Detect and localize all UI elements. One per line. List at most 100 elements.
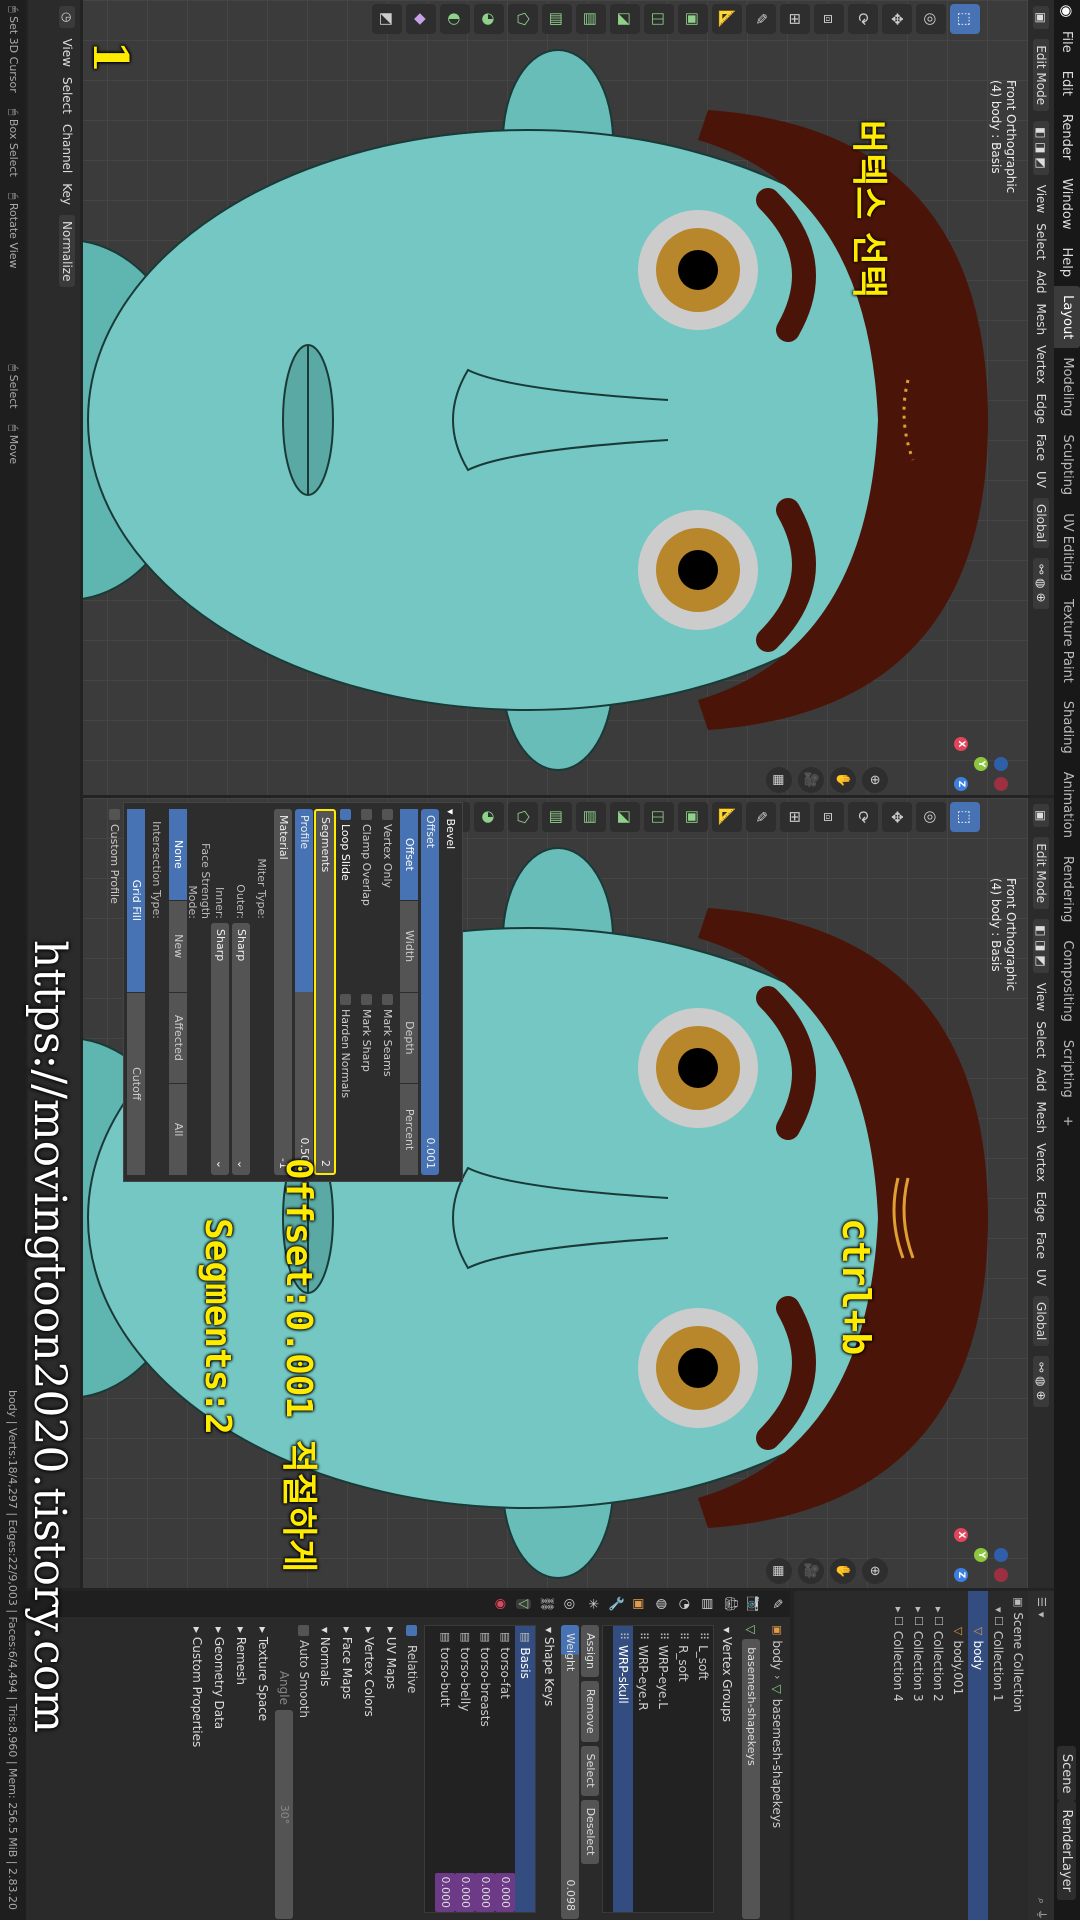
timeline-menu-view[interactable]: View bbox=[60, 38, 74, 66]
geometry-data-header[interactable]: ▸ Geometry Data bbox=[208, 1619, 230, 1919]
blender-logo-icon[interactable]: ◉ bbox=[1058, 0, 1076, 22]
inner-dropdown[interactable]: Sharp ⌄ bbox=[211, 923, 229, 1175]
outliner-item[interactable]: ▸ ☐ Collection 2 bbox=[928, 1591, 948, 1920]
outer-dropdown[interactable]: Sharp ⌄ bbox=[232, 923, 250, 1175]
weight-slider[interactable]: Weight 0.098 bbox=[561, 1625, 579, 1919]
timeline-editor-type-icon[interactable]: ◷ bbox=[59, 6, 75, 29]
outliner-item[interactable]: ▸ ☐ Collection 3 bbox=[908, 1591, 928, 1920]
left-menu-select[interactable]: Select bbox=[1034, 223, 1048, 260]
shape-key-item[interactable]: ▤ Basis bbox=[515, 1626, 535, 1912]
world-tab-icon[interactable]: ◍ bbox=[654, 1598, 669, 1609]
left-camera-icon[interactable]: 🎥 bbox=[798, 767, 824, 793]
data-tab-icon[interactable]: ▽ bbox=[516, 1599, 531, 1609]
deselect-button[interactable]: Deselect bbox=[581, 1799, 599, 1864]
constraints-tab-icon[interactable]: ⛓ bbox=[539, 1596, 554, 1613]
rotate-tool-icon[interactable]: ⟳ bbox=[848, 4, 878, 34]
left-menu-face[interactable]: Face bbox=[1034, 434, 1048, 461]
face-strength-new[interactable]: New bbox=[169, 900, 187, 992]
select-box-tool-icon[interactable]: ⬚ bbox=[950, 4, 980, 34]
cursor-tool-icon[interactable]: ◎ bbox=[916, 802, 946, 832]
outliner-item[interactable]: ▣ Scene Collection bbox=[1008, 1591, 1028, 1920]
list-item[interactable]: ⠿ WRP-eye.L bbox=[653, 1626, 673, 1912]
intersection-cutoff[interactable]: Cutoff bbox=[127, 992, 145, 1175]
custom-properties-header[interactable]: ▸ Custom Properties bbox=[186, 1619, 208, 1919]
width-type-width[interactable]: Width bbox=[400, 900, 418, 992]
bevel-offset-field[interactable]: Offset 0.001 bbox=[421, 809, 439, 1175]
loop-slide-checkbox[interactable]: Loop Slide bbox=[340, 809, 353, 990]
select-button[interactable]: Select bbox=[581, 1745, 599, 1796]
physics-tab-icon[interactable]: ◎ bbox=[562, 1598, 577, 1609]
shear-tool-icon[interactable]: ◆ bbox=[406, 4, 436, 34]
right-overlay-icons[interactable]: ⚯ ◍ ⊕ bbox=[1033, 1356, 1049, 1407]
left-menu-vertex[interactable]: Vertex bbox=[1034, 345, 1048, 384]
tool-tab-icon[interactable]: ✎ bbox=[769, 1599, 784, 1610]
annotate-tool-icon[interactable]: ✎ bbox=[746, 802, 776, 832]
bevel-panel-header[interactable]: ▾ Bevel bbox=[441, 809, 461, 1175]
view-layer-tab-icon[interactable]: ▤ bbox=[700, 1598, 715, 1610]
timeline-menu-select[interactable]: Select bbox=[60, 77, 74, 114]
knife-tool-icon[interactable]: ▥ bbox=[542, 4, 572, 34]
outliner-item[interactable]: ▽ body.001 bbox=[948, 1591, 968, 1920]
extrude-tool-icon[interactable]: ▣ bbox=[678, 802, 708, 832]
right-menu-edge[interactable]: Edge bbox=[1034, 1192, 1048, 1222]
right-editor-type-icon[interactable]: ▣ bbox=[1033, 804, 1049, 828]
smooth-tool-icon[interactable]: ◐ bbox=[440, 4, 470, 34]
left-pan-icon[interactable]: ✋ bbox=[830, 767, 856, 793]
scale-tool-icon[interactable]: ⧈ bbox=[814, 802, 844, 832]
shape-key-item[interactable]: ▤ torso-breasts 0.000 bbox=[475, 1626, 495, 1912]
right-menu-view[interactable]: View bbox=[1034, 983, 1048, 1011]
left-select-mode-icons[interactable]: ◧ ◨ ◩ bbox=[1033, 121, 1049, 175]
uv-maps-header[interactable]: ▸ UV Maps bbox=[380, 1619, 402, 1919]
right-menu-face[interactable]: Face bbox=[1034, 1232, 1048, 1259]
measure-tool-icon[interactable]: 📐 bbox=[712, 4, 742, 34]
left-menu-edge[interactable]: Edge bbox=[1034, 394, 1048, 424]
mark-seams-checkbox[interactable]: Mark Seams bbox=[382, 994, 395, 1175]
list-item-selected[interactable]: ⠿ WRP-skull bbox=[613, 1626, 633, 1912]
bevel-profile-field[interactable]: Profile 0.500 bbox=[295, 809, 313, 1175]
scene-selector[interactable]: Scene bbox=[1057, 1745, 1077, 1802]
custom-profile-checkbox[interactable]: Custom Profile bbox=[109, 809, 122, 904]
tab-animation[interactable]: Animation bbox=[1054, 763, 1080, 847]
transform-tool-icon[interactable]: ⊞ bbox=[780, 802, 810, 832]
bevel-tool-icon[interactable]: ◪ bbox=[610, 802, 640, 832]
loop-cut-tool-icon[interactable]: ▤ bbox=[576, 4, 606, 34]
left-menu-add[interactable]: Add bbox=[1034, 270, 1048, 293]
tab-compositing[interactable]: Compositing bbox=[1054, 931, 1080, 1031]
material-tab-icon[interactable]: ◉ bbox=[493, 1598, 508, 1609]
measure-tool-icon[interactable]: 📐 bbox=[712, 802, 742, 832]
texture-space-header[interactable]: ▸ Texture Space bbox=[252, 1619, 274, 1919]
tab-uv-editing[interactable]: UV Editing bbox=[1054, 504, 1080, 590]
vertex-colors-header[interactable]: ▸ Vertex Colors bbox=[358, 1619, 380, 1919]
harden-normals-checkbox[interactable]: Harden Normals bbox=[340, 994, 353, 1175]
remove-button[interactable]: Remove bbox=[581, 1681, 599, 1742]
outliner-display-icon[interactable]: ▾ bbox=[1031, 1612, 1051, 1618]
inset-tool-icon[interactable]: ◫ bbox=[644, 4, 674, 34]
right-ortho-icon[interactable]: ▦ bbox=[766, 1558, 792, 1584]
left-menu-view[interactable]: View bbox=[1034, 185, 1048, 213]
extrude-tool-icon[interactable]: ▣ bbox=[678, 4, 708, 34]
right-menu-select[interactable]: Select bbox=[1034, 1021, 1048, 1058]
left-overlay-icons[interactable]: ⚯ ◍ ⊕ bbox=[1033, 558, 1049, 609]
outliner-item-selected[interactable]: ▽ body bbox=[968, 1591, 988, 1920]
spin-tool-icon[interactable]: ◕ bbox=[474, 802, 504, 832]
right-transform-orientation[interactable]: Global bbox=[1033, 1296, 1049, 1347]
move-tool-icon[interactable]: ✥ bbox=[882, 4, 912, 34]
left-mode-dropdown[interactable]: Edit Mode bbox=[1033, 39, 1049, 112]
annotate-tool-icon[interactable]: ✎ bbox=[746, 4, 776, 34]
object-tab-icon[interactable]: ▣ bbox=[631, 1598, 646, 1610]
inset-tool-icon[interactable]: ◫ bbox=[644, 802, 674, 832]
bevel-segments-field[interactable]: Segments 2 bbox=[314, 809, 336, 1175]
scene-tab-icon[interactable]: ◔ bbox=[677, 1598, 692, 1609]
left-viewport[interactable]: Front Orthographic (4) body : Basis ⬚ ◎ … bbox=[83, 0, 1028, 795]
list-item[interactable]: ⠿ R_soft bbox=[673, 1626, 693, 1912]
tab-modeling[interactable]: Modeling bbox=[1054, 348, 1080, 425]
mesh-datablock-icon[interactable]: ▽ bbox=[741, 1625, 761, 1634]
list-item[interactable]: ⠿ L_soft bbox=[693, 1626, 713, 1912]
relative-checkbox[interactable]: Relative bbox=[402, 1619, 422, 1919]
particles-tab-icon[interactable]: ✳ bbox=[585, 1599, 600, 1610]
right-pan-icon[interactable]: ✋ bbox=[830, 1558, 856, 1584]
face-strength-affected[interactable]: Affected bbox=[169, 992, 187, 1084]
intersection-grid-fill[interactable]: Grid Fill bbox=[127, 809, 145, 992]
remesh-header[interactable]: ▸ Remesh bbox=[230, 1619, 252, 1919]
left-menu-uv[interactable]: UV bbox=[1034, 471, 1048, 488]
